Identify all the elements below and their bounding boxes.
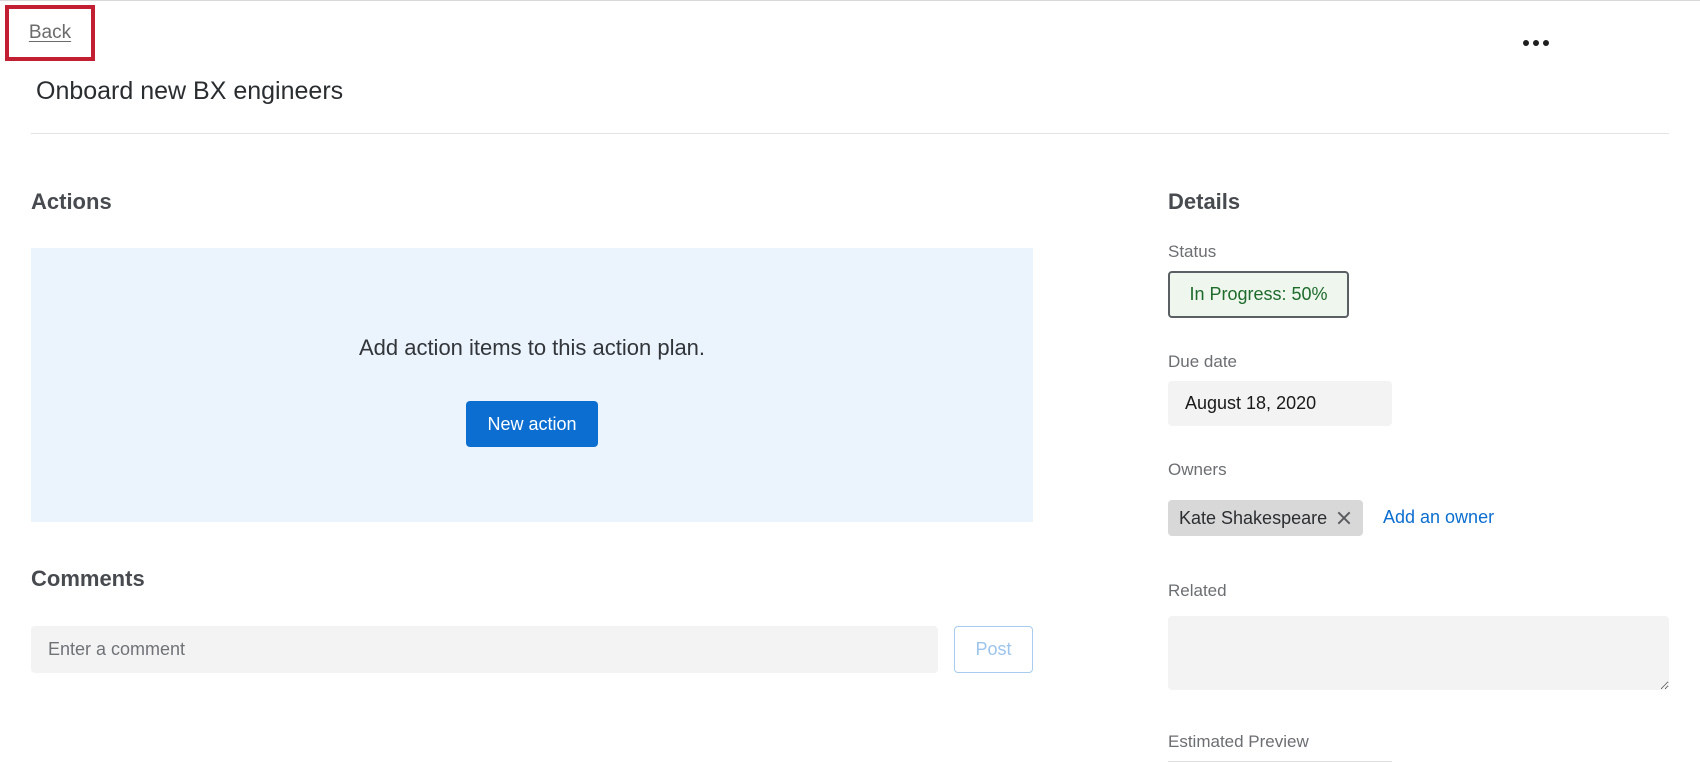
related-label: Related bbox=[1168, 581, 1227, 600]
more-dot bbox=[1543, 40, 1549, 46]
more-dot bbox=[1523, 40, 1529, 46]
due-date-label: Due date bbox=[1168, 352, 1237, 371]
actions-empty-message: Add action items to this action plan. bbox=[358, 335, 706, 360]
action-plan-page: Back Onboard new BX engineers Actions Ad… bbox=[0, 0, 1700, 762]
close-icon[interactable] bbox=[1336, 510, 1352, 526]
add-owner-link[interactable]: Add an owner bbox=[1383, 507, 1494, 528]
related-field[interactable] bbox=[1168, 616, 1669, 690]
owner-name: Kate Shakespeare bbox=[1179, 507, 1328, 528]
estimated-preview-label: Estimated Preview bbox=[1168, 732, 1309, 751]
due-date-field[interactable]: August 18, 2020 bbox=[1168, 381, 1392, 426]
post-comment-button[interactable]: Post bbox=[954, 626, 1033, 673]
comments-heading: Comments bbox=[31, 566, 145, 591]
more-dot bbox=[1533, 40, 1539, 46]
details-heading: Details bbox=[1168, 189, 1241, 214]
comment-input[interactable] bbox=[31, 626, 938, 673]
actions-heading: Actions bbox=[31, 189, 112, 214]
new-action-button[interactable]: New action bbox=[466, 401, 598, 447]
back-highlight: Back bbox=[5, 5, 95, 61]
status-badge[interactable]: In Progress: 50% bbox=[1168, 271, 1349, 318]
back-link[interactable]: Back bbox=[29, 22, 71, 44]
title-divider bbox=[31, 133, 1669, 134]
page-title: Onboard new BX engineers bbox=[36, 77, 344, 105]
owners-label: Owners bbox=[1168, 460, 1227, 479]
more-options-icon[interactable] bbox=[1516, 31, 1556, 55]
actions-empty-panel: Add action items to this action plan. Ne… bbox=[31, 248, 1033, 522]
owner-chip: Kate Shakespeare bbox=[1168, 500, 1363, 536]
status-label: Status bbox=[1168, 242, 1217, 261]
